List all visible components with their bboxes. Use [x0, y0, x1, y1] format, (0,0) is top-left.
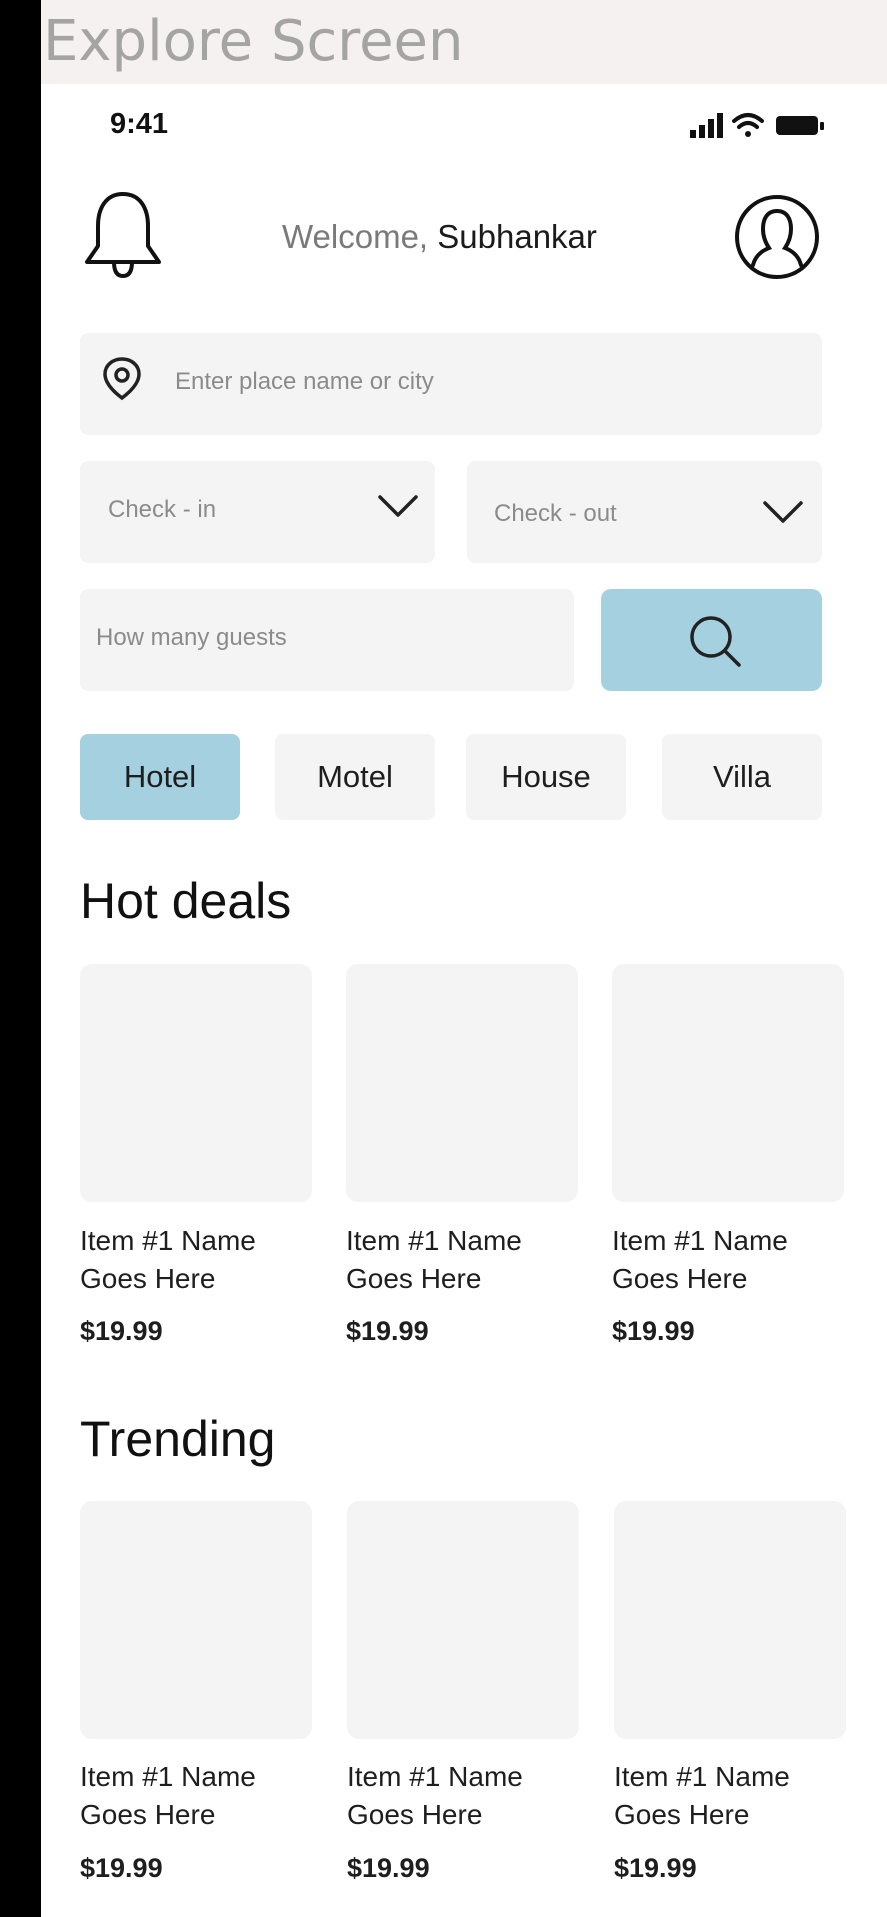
- trending-item-price: $19.99: [614, 1853, 697, 1883]
- status-icons: [690, 113, 824, 138]
- item-name-line2: Goes Here: [612, 1263, 748, 1294]
- trending-image[interactable]: [614, 1501, 846, 1739]
- place-placeholder: Enter place name or city: [175, 368, 434, 395]
- item-name-line1: Item #1 Name: [614, 1761, 790, 1792]
- search-button[interactable]: [601, 589, 822, 691]
- chevron-down-icon[interactable]: [377, 491, 419, 521]
- hot-deals-title: Hot deals: [80, 873, 292, 929]
- category-chip-hotel[interactable]: Hotel: [80, 734, 240, 820]
- item-name-line2: Goes Here: [614, 1799, 750, 1830]
- frame-title: Explore Screen: [43, 9, 464, 74]
- item-name-line1: Item #1 Name: [346, 1225, 522, 1256]
- item-name-line1: Item #1 Name: [80, 1761, 256, 1792]
- signal-icon: [690, 113, 723, 138]
- user-name: Subhankar: [437, 218, 597, 255]
- item-name-line2: Goes Here: [80, 1263, 216, 1294]
- trending-title: Trending: [80, 1411, 276, 1467]
- search-icon: [690, 616, 741, 667]
- trending-item-name[interactable]: Item #1 Name Goes Here: [347, 1758, 597, 1834]
- status-time: 9:41: [110, 108, 169, 140]
- guests-placeholder: How many guests: [96, 624, 287, 651]
- hot-deal-price: $19.99: [80, 1316, 163, 1346]
- checkout-placeholder: Check - out: [494, 500, 617, 527]
- checkin-placeholder: Check - in: [108, 496, 217, 523]
- category-chip-motel[interactable]: Motel: [275, 734, 435, 820]
- category-chip-house[interactable]: House: [466, 734, 626, 820]
- item-name-line2: Goes Here: [347, 1799, 483, 1830]
- item-name-line1: Item #1 Name: [80, 1225, 256, 1256]
- trending-image[interactable]: [347, 1501, 579, 1739]
- trending-image[interactable]: [80, 1501, 312, 1739]
- item-name-line1: Item #1 Name: [612, 1225, 788, 1256]
- item-name-line1: Item #1 Name: [347, 1761, 523, 1792]
- hot-deal-price: $19.99: [346, 1316, 429, 1346]
- hot-deal-image[interactable]: [346, 964, 578, 1202]
- trending-item-name[interactable]: Item #1 Name Goes Here: [614, 1758, 864, 1834]
- trending-item-name[interactable]: Item #1 Name Goes Here: [80, 1758, 330, 1834]
- welcome-prefix: Welcome,: [282, 218, 429, 255]
- hot-deal-name[interactable]: Item #1 Name Goes Here: [346, 1222, 596, 1298]
- trending-item-price: $19.99: [347, 1853, 430, 1883]
- trending-item-price: $19.99: [80, 1853, 163, 1883]
- hot-deal-name[interactable]: Item #1 Name Goes Here: [612, 1222, 862, 1298]
- chevron-down-icon[interactable]: [762, 497, 804, 527]
- item-name-line2: Goes Here: [346, 1263, 482, 1294]
- bell-icon[interactable]: [82, 190, 164, 280]
- profile-avatar-icon[interactable]: [733, 193, 821, 281]
- battery-icon: [776, 116, 824, 135]
- location-pin-icon: [103, 357, 141, 401]
- category-chip-villa[interactable]: Villa: [662, 734, 822, 820]
- item-name-line2: Goes Here: [80, 1799, 216, 1830]
- hot-deal-name[interactable]: Item #1 Name Goes Here: [80, 1222, 330, 1298]
- welcome-text: Welcome, Subhankar: [282, 218, 597, 256]
- hot-deal-image[interactable]: [612, 964, 844, 1202]
- hot-deal-price: $19.99: [612, 1316, 695, 1346]
- wifi-icon: [732, 113, 764, 137]
- hot-deal-image[interactable]: [80, 964, 312, 1202]
